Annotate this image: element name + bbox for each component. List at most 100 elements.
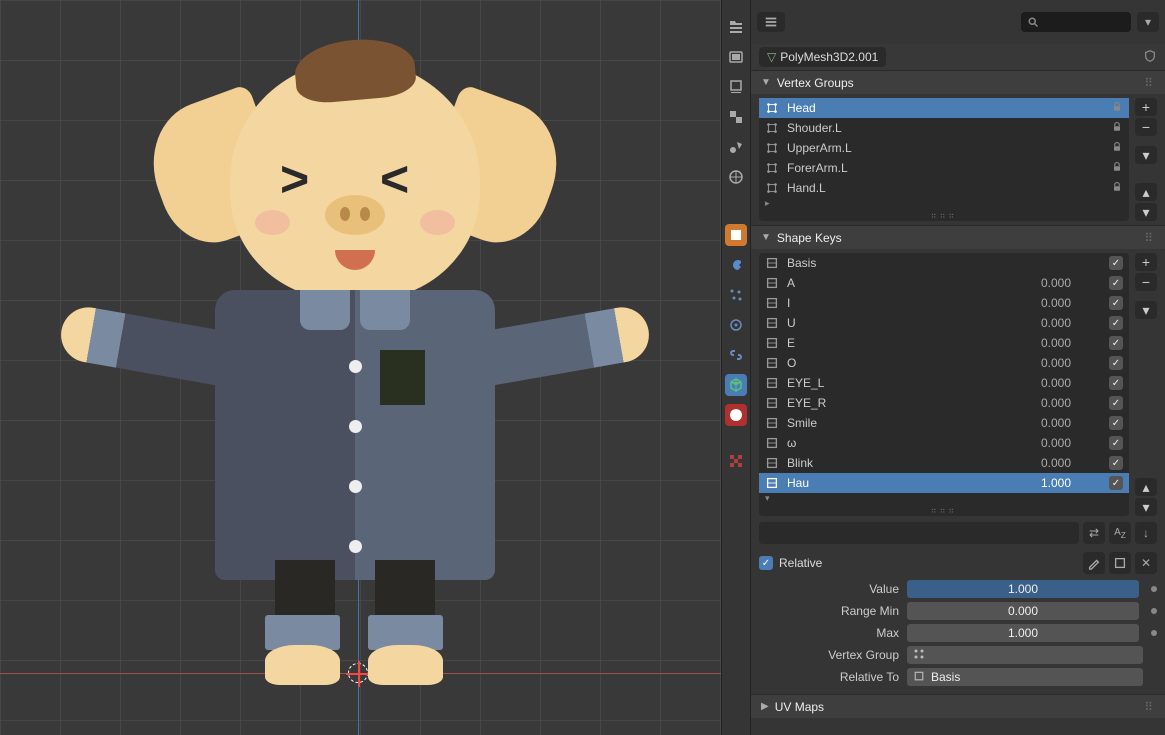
shape-key-mute-checkbox[interactable]: ✓: [1109, 436, 1123, 450]
modifier-tab[interactable]: [725, 254, 747, 276]
range-min-field[interactable]: 0.000: [907, 602, 1139, 620]
shape-key-edit-mode-button[interactable]: [1083, 552, 1105, 574]
uv-maps-header[interactable]: ▶ UV Maps ⠿: [751, 694, 1165, 718]
relative-to-field[interactable]: Basis: [907, 668, 1143, 686]
shape-key-row[interactable]: A0.000✓: [759, 273, 1129, 293]
shape-key-row[interactable]: EYE_L0.000✓: [759, 373, 1129, 393]
move-shape-key-down-button[interactable]: ▾: [1135, 498, 1157, 516]
shape-key-mute-checkbox[interactable]: ✓: [1109, 296, 1123, 310]
options-dropdown[interactable]: ▾: [1137, 12, 1159, 32]
shape-key-mute-checkbox[interactable]: ✓: [1109, 316, 1123, 330]
vertex-group-row[interactable]: ForerArm.L: [759, 158, 1129, 178]
shape-key-row[interactable]: ω0.000✓: [759, 433, 1129, 453]
vertex-groups-list[interactable]: HeadShouder.LUpperArm.LForerArm.LHand.L …: [759, 98, 1129, 221]
vertex-group-specials-dropdown[interactable]: ▾: [1135, 146, 1157, 164]
shape-key-mute-checkbox[interactable]: ✓: [1109, 416, 1123, 430]
material-tab[interactable]: [725, 404, 747, 426]
constraint-tab[interactable]: [725, 344, 747, 366]
cheek-left: [255, 210, 290, 235]
anim-dot[interactable]: [1151, 586, 1157, 592]
drag-grip-icon: ⠿: [1144, 700, 1155, 714]
shape-key-mute-checkbox[interactable]: ✓: [1109, 336, 1123, 350]
shape-key-row[interactable]: Hau1.000✓: [759, 473, 1129, 493]
max-field[interactable]: 1.000: [907, 624, 1139, 642]
editor-type-dropdown[interactable]: [757, 12, 785, 32]
shape-key-mute-checkbox[interactable]: ✓: [1109, 256, 1123, 270]
vertex-group-row[interactable]: Hand.L: [759, 178, 1129, 198]
remove-vertex-group-button[interactable]: −: [1135, 118, 1157, 136]
vertex-groups-header[interactable]: ▼ Vertex Groups ⠿: [751, 70, 1165, 94]
shape-key-mute-checkbox[interactable]: ✓: [1109, 476, 1123, 490]
shape-key-specials-dropdown[interactable]: ▾: [1135, 301, 1157, 319]
viewlayer-tab[interactable]: [725, 106, 747, 128]
shape-key-left-right-icon[interactable]: ⇄: [1083, 522, 1105, 544]
anim-dot[interactable]: [1151, 630, 1157, 636]
shape-key-mute-checkbox[interactable]: ✓: [1109, 276, 1123, 290]
shape-key-row[interactable]: EYE_R0.000✓: [759, 393, 1129, 413]
list-resize-grip[interactable]: ⠶⠶⠶: [759, 506, 1129, 516]
shape-key-mute-checkbox[interactable]: ✓: [1109, 456, 1123, 470]
output-tab[interactable]: [725, 76, 747, 98]
list-expand-arrow[interactable]: ▸: [759, 198, 1129, 211]
vertex-group-field[interactable]: [907, 646, 1143, 664]
search-input[interactable]: [1021, 12, 1131, 32]
value-field[interactable]: 1.000: [907, 580, 1139, 598]
list-resize-grip[interactable]: ⠶⠶⠶: [759, 211, 1129, 221]
lock-icon[interactable]: [1111, 161, 1123, 176]
shape-key-name: A: [787, 276, 1041, 290]
move-shape-key-up-button[interactable]: ▴: [1135, 478, 1157, 496]
shape-key-row[interactable]: Basis✓: [759, 253, 1129, 273]
lock-icon[interactable]: [1111, 121, 1123, 136]
texture-tab[interactable]: [725, 450, 747, 472]
shape-keys-list[interactable]: Basis✓A0.000✓I0.000✓U0.000✓E0.000✓O0.000…: [759, 253, 1129, 516]
shape-key-name: E: [787, 336, 1041, 350]
move-vertex-group-down-button[interactable]: ▾: [1135, 203, 1157, 221]
value-label: Value: [759, 582, 899, 596]
vertex-group-row[interactable]: Shouder.L: [759, 118, 1129, 138]
shape-key-name-input[interactable]: [759, 522, 1079, 544]
add-shape-key-button[interactable]: +: [1135, 253, 1157, 271]
shape-key-mute-checkbox[interactable]: ✓: [1109, 376, 1123, 390]
lock-icon[interactable]: [1111, 141, 1123, 156]
character-model[interactable]: > <: [60, 40, 650, 680]
shape-key-row[interactable]: I0.000✓: [759, 293, 1129, 313]
shape-key-lock-button[interactable]: [1109, 552, 1131, 574]
shape-keys-header[interactable]: ▼ Shape Keys ⠿: [751, 225, 1165, 249]
search-icon: [1027, 16, 1039, 28]
anim-dot[interactable]: [1151, 608, 1157, 614]
vertex-group-name: Hand.L: [787, 181, 1111, 195]
shape-key-row[interactable]: U0.000✓: [759, 313, 1129, 333]
3d-viewport[interactable]: > <: [0, 0, 721, 735]
shape-key-sort-reverse-button[interactable]: ↓: [1135, 522, 1157, 544]
relative-checkbox[interactable]: ✓: [759, 556, 773, 570]
lock-icon[interactable]: [1111, 181, 1123, 196]
remove-shape-key-button[interactable]: −: [1135, 273, 1157, 291]
object-tab[interactable]: [725, 224, 747, 246]
shape-key-name: Hau: [787, 476, 1041, 490]
shape-key-row[interactable]: O0.000✓: [759, 353, 1129, 373]
lock-icon[interactable]: [1111, 101, 1123, 116]
mesh-data-tab[interactable]: [725, 374, 747, 396]
shape-key-icon: [765, 296, 781, 310]
shape-key-clear-button[interactable]: ✕: [1135, 552, 1157, 574]
shape-key-mute-checkbox[interactable]: ✓: [1109, 396, 1123, 410]
render-tab[interactable]: [725, 46, 747, 68]
tool-tab[interactable]: [725, 16, 747, 38]
shape-key-sort-button[interactable]: AZ: [1109, 522, 1131, 544]
shape-key-row[interactable]: E0.000✓: [759, 333, 1129, 353]
mesh-datablock[interactable]: ▽ PolyMesh3D2.001: [759, 47, 886, 67]
vertex-group-row[interactable]: UpperArm.L: [759, 138, 1129, 158]
add-vertex-group-button[interactable]: +: [1135, 98, 1157, 116]
shape-key-mute-checkbox[interactable]: ✓: [1109, 356, 1123, 370]
shape-key-row[interactable]: Smile0.000✓: [759, 413, 1129, 433]
list-expand-arrow[interactable]: ▾: [759, 493, 1129, 506]
fake-user-icon[interactable]: [1143, 49, 1157, 66]
shape-key-row[interactable]: Blink0.000✓: [759, 453, 1129, 473]
move-vertex-group-up-button[interactable]: ▴: [1135, 183, 1157, 201]
physics-tab[interactable]: [725, 314, 747, 336]
scene-tab[interactable]: [725, 136, 747, 158]
vertex-group-row[interactable]: Head: [759, 98, 1129, 118]
world-tab[interactable]: [725, 166, 747, 188]
particle-tab[interactable]: [725, 284, 747, 306]
shirt-button-4: [349, 540, 362, 553]
